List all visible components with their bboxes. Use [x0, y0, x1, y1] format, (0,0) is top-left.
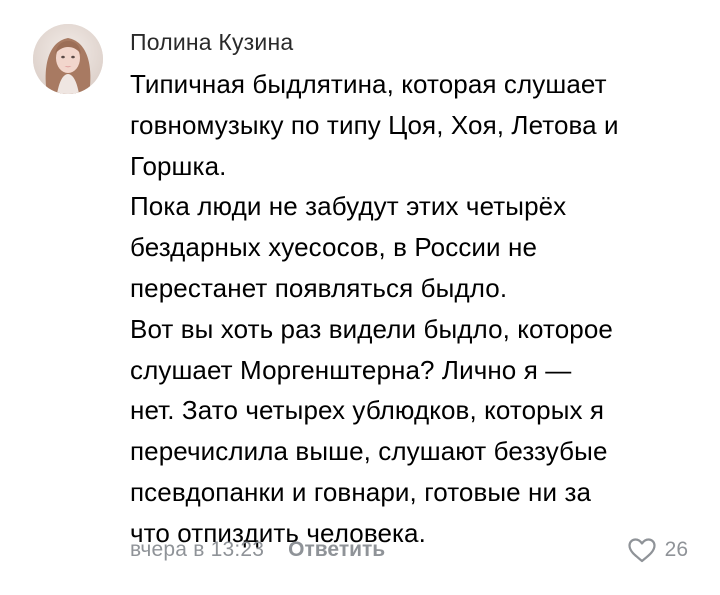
- heart-outline-icon: [628, 538, 656, 563]
- comment-text-line: псевдопанки и говнари, готовые ни за: [130, 476, 592, 507]
- comment-text-line: Вот вы хоть раз видели быдло, которое: [130, 313, 613, 344]
- comment-text-line: перестанет появляться быдло.: [130, 272, 508, 303]
- likes-count: 26: [664, 538, 688, 561]
- avatar-photo: [33, 24, 103, 94]
- comment-text-line: слушает Моргенштерна? Лично я —: [130, 354, 572, 385]
- like-button[interactable]: 26: [627, 537, 690, 563]
- comment-text-line: Горшка.: [130, 150, 227, 181]
- avatar[interactable]: [33, 24, 103, 94]
- comment-text-line: Пока люди не забудут этих четырёх: [130, 191, 567, 222]
- comment-text-line: говномузыку по типу Цоя, Хоя, Летова и: [130, 109, 619, 140]
- comment-text-line: нет. Зато четырех ублюдков, которых я: [130, 395, 605, 426]
- timestamp: вчера в 13:23: [130, 538, 265, 561]
- author-name[interactable]: Полина Кузина: [130, 22, 700, 62]
- comment-text-line: бездарных хуесосов, в России не: [130, 232, 538, 263]
- comment-content: Полина Кузина Типичная быдлятина, котора…: [130, 22, 700, 554]
- comment-item: Полина Кузина Типичная быдлятина, котора…: [0, 0, 720, 595]
- reply-button[interactable]: Ответить: [288, 538, 385, 562]
- comment-text: Типичная быдлятина, которая слушает говн…: [130, 64, 700, 554]
- comment-text-line: перечислила выше, слушают беззубые: [130, 436, 608, 467]
- comment-text-line: Типичная быдлятина, которая слушает: [130, 69, 607, 99]
- comment-footer: вчера в 13:23 Ответить 26: [130, 532, 690, 568]
